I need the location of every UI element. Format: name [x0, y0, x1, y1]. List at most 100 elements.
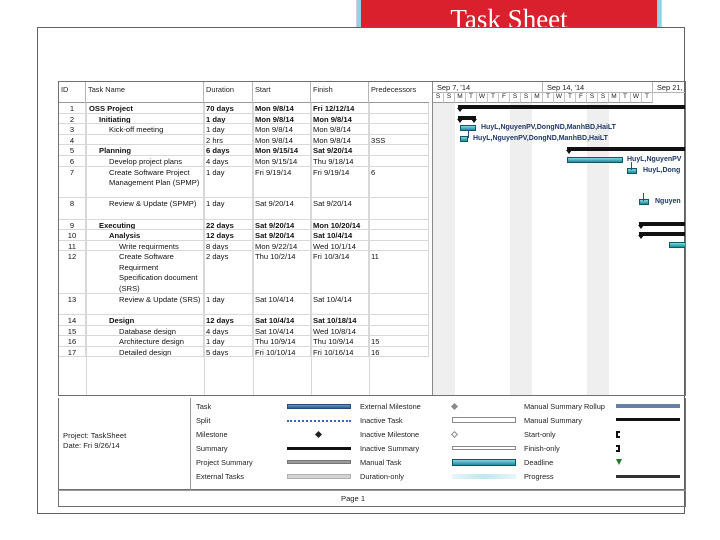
task-duration-cell[interactable]: 1 day — [204, 198, 253, 219]
task-predecessors-cell[interactable]: 15 — [369, 336, 429, 346]
task-finish-cell[interactable]: Mon 10/20/14 — [311, 219, 369, 230]
task-predecessors-cell[interactable]: 3SS — [369, 134, 429, 145]
task-finish-cell[interactable]: Thu 9/18/14 — [311, 156, 369, 166]
task-finish-cell[interactable]: Wed 10/8/14 — [311, 325, 369, 336]
task-predecessors-cell[interactable] — [369, 325, 429, 336]
task-name-cell[interactable]: Executing — [86, 219, 204, 230]
task-start-cell[interactable]: Sat 9/20/14 — [253, 198, 311, 219]
task-id-cell[interactable]: 2 — [59, 113, 86, 124]
task-finish-cell[interactable]: Thu 10/9/14 — [311, 336, 369, 346]
table-row[interactable]: 10 Analysis 12 days Sat 9/20/14 Sat 10/4/14 — [59, 230, 429, 241]
header-duration[interactable]: Duration — [204, 82, 253, 103]
task-finish-cell[interactable]: Sat 10/18/14 — [311, 315, 369, 325]
task-duration-cell[interactable]: 1 day — [204, 124, 253, 134]
task-id-cell[interactable]: 9 — [59, 219, 86, 230]
task-finish-cell[interactable]: Fri 9/19/14 — [311, 166, 369, 198]
task-duration-cell[interactable]: 4 days — [204, 325, 253, 336]
task-name-cell[interactable]: Planning — [86, 145, 204, 155]
task-id-cell[interactable]: 6 — [59, 156, 86, 166]
table-row[interactable]: 2 Initiating 1 day Mon 9/8/14 Mon 9/8/14 — [59, 113, 429, 125]
task-name-cell[interactable]: Create Software Requirment Specification… — [86, 251, 204, 293]
task-id-cell[interactable]: 7 — [59, 166, 86, 198]
task-id-cell[interactable]: 10 — [59, 230, 86, 240]
task-id-cell[interactable]: 13 — [59, 293, 86, 314]
task-duration-cell[interactable]: 12 days — [204, 315, 253, 325]
task-id-cell[interactable]: 3 — [59, 124, 86, 134]
task-bar[interactable] — [639, 199, 649, 206]
task-predecessors-cell[interactable] — [369, 145, 429, 155]
task-duration-cell[interactable]: 1 day — [204, 336, 253, 346]
table-row[interactable]: 8 Review & Update (SPMP) 1 day Sat 9/20/14 S… — [59, 198, 429, 220]
task-bar[interactable] — [567, 157, 623, 163]
header-start[interactable]: Start — [253, 82, 311, 103]
task-bar[interactable] — [627, 167, 637, 174]
task-name-cell[interactable] — [86, 134, 204, 145]
task-duration-cell[interactable]: 1 day — [204, 166, 253, 198]
summary-bar[interactable] — [457, 105, 685, 112]
task-name-cell[interactable]: Detailed design — [86, 346, 204, 357]
task-finish-cell[interactable]: Sat 9/20/14 — [311, 145, 369, 155]
task-start-cell[interactable]: Mon 9/8/14 — [253, 103, 311, 113]
summary-bar[interactable] — [566, 147, 685, 155]
task-predecessors-cell[interactable] — [369, 156, 429, 166]
table-row[interactable]: 16 Architecture design 1 day Thu 10/9/14 Thu… — [59, 336, 429, 347]
task-duration-cell[interactable]: 2 days — [204, 251, 253, 293]
task-start-cell[interactable]: Fri 9/19/14 — [253, 166, 311, 198]
task-finish-cell[interactable]: Mon 9/8/14 — [311, 124, 369, 134]
table-row[interactable]: 14 Design 12 days Sat 10/4/14 Sat 10/18/14 — [59, 315, 429, 326]
task-name-cell[interactable]: Database design — [86, 325, 204, 336]
task-start-cell[interactable]: Thu 10/9/14 — [253, 336, 311, 346]
task-finish-cell[interactable]: Fri 10/3/14 — [311, 251, 369, 293]
task-start-cell[interactable]: Mon 9/8/14 — [253, 124, 311, 134]
table-row[interactable]: 9 Executing 22 days Sat 9/20/14 Mon 10/20/14 — [59, 219, 429, 231]
task-id-cell[interactable]: 17 — [59, 346, 86, 357]
task-name-cell[interactable]: OSS Project — [86, 103, 204, 113]
task-bar[interactable] — [669, 241, 685, 248]
task-duration-cell[interactable]: 12 days — [204, 230, 253, 240]
task-duration-cell[interactable]: 22 days — [204, 219, 253, 230]
table-row[interactable]: 3 Kick-off meeting 1 day Mon 9/8/14 Mon 9/8/… — [59, 124, 429, 135]
table-row[interactable]: 12 Create Software Requirment Specificati… — [59, 251, 429, 294]
task-name-cell[interactable]: Write requirments — [86, 240, 204, 251]
task-predecessors-cell[interactable] — [369, 103, 429, 113]
header-finish[interactable]: Finish — [311, 82, 369, 103]
task-id-cell[interactable]: 12 — [59, 251, 86, 293]
task-start-cell[interactable]: Mon 9/15/14 — [253, 156, 311, 166]
task-id-cell[interactable]: 14 — [59, 315, 86, 325]
summary-bar[interactable] — [457, 115, 477, 123]
header-predecessors[interactable]: Predecessors — [369, 82, 429, 103]
task-start-cell[interactable]: Mon 9/22/14 — [253, 240, 311, 251]
task-start-cell[interactable]: Sat 10/4/14 — [253, 325, 311, 336]
task-predecessors-cell[interactable] — [369, 293, 429, 314]
table-row[interactable]: 15 Database design 4 days Sat 10/4/14 Wed 10… — [59, 325, 429, 337]
task-finish-cell[interactable]: Wed 10/1/14 — [311, 240, 369, 251]
task-duration-cell[interactable]: 8 days — [204, 240, 253, 251]
task-name-cell[interactable]: Architecture design — [86, 336, 204, 346]
task-duration-cell[interactable]: 70 days — [204, 103, 253, 113]
task-id-cell[interactable]: 11 — [59, 240, 86, 251]
task-name-cell[interactable]: Analysis — [86, 230, 204, 240]
task-start-cell[interactable]: Sat 10/4/14 — [253, 293, 311, 314]
table-row[interactable]: 1 OSS Project 70 days Mon 9/8/14 Fri 12/12/1… — [59, 103, 429, 114]
task-predecessors-cell[interactable] — [369, 219, 429, 230]
task-duration-cell[interactable]: 6 days — [204, 145, 253, 155]
task-name-cell[interactable]: Develop project plans — [86, 156, 204, 166]
task-duration-cell[interactable]: 1 day — [204, 113, 253, 124]
task-finish-cell[interactable]: Sat 10/4/14 — [311, 293, 369, 314]
task-start-cell[interactable]: Sat 9/20/14 — [253, 219, 311, 230]
task-start-cell[interactable]: Mon 9/15/14 — [253, 145, 311, 155]
task-finish-cell[interactable]: Sat 9/20/14 — [311, 198, 369, 219]
task-finish-cell[interactable]: Mon 9/8/14 — [311, 134, 369, 145]
task-predecessors-cell[interactable] — [369, 240, 429, 251]
task-name-cell[interactable]: Review & Update (SRS) — [86, 293, 204, 314]
table-row[interactable]: 17 Detailed design 5 days Fri 10/10/14 Fri 1… — [59, 346, 429, 358]
header-task-name[interactable]: Task Name — [86, 82, 204, 103]
task-finish-cell[interactable]: Fri 10/16/14 — [311, 346, 369, 357]
task-start-cell[interactable]: Mon 9/8/14 — [253, 134, 311, 145]
task-start-cell[interactable]: Fri 10/10/14 — [253, 346, 311, 357]
task-name-cell[interactable]: Design — [86, 315, 204, 325]
task-name-cell[interactable]: Review & Update (SPMP) — [86, 198, 204, 219]
task-duration-cell[interactable]: 2 hrs — [204, 134, 253, 145]
table-row[interactable]: 13 Review & Update (SRS) 1 day Sat 10/4/14 S… — [59, 293, 429, 315]
task-duration-cell[interactable]: 5 days — [204, 346, 253, 357]
